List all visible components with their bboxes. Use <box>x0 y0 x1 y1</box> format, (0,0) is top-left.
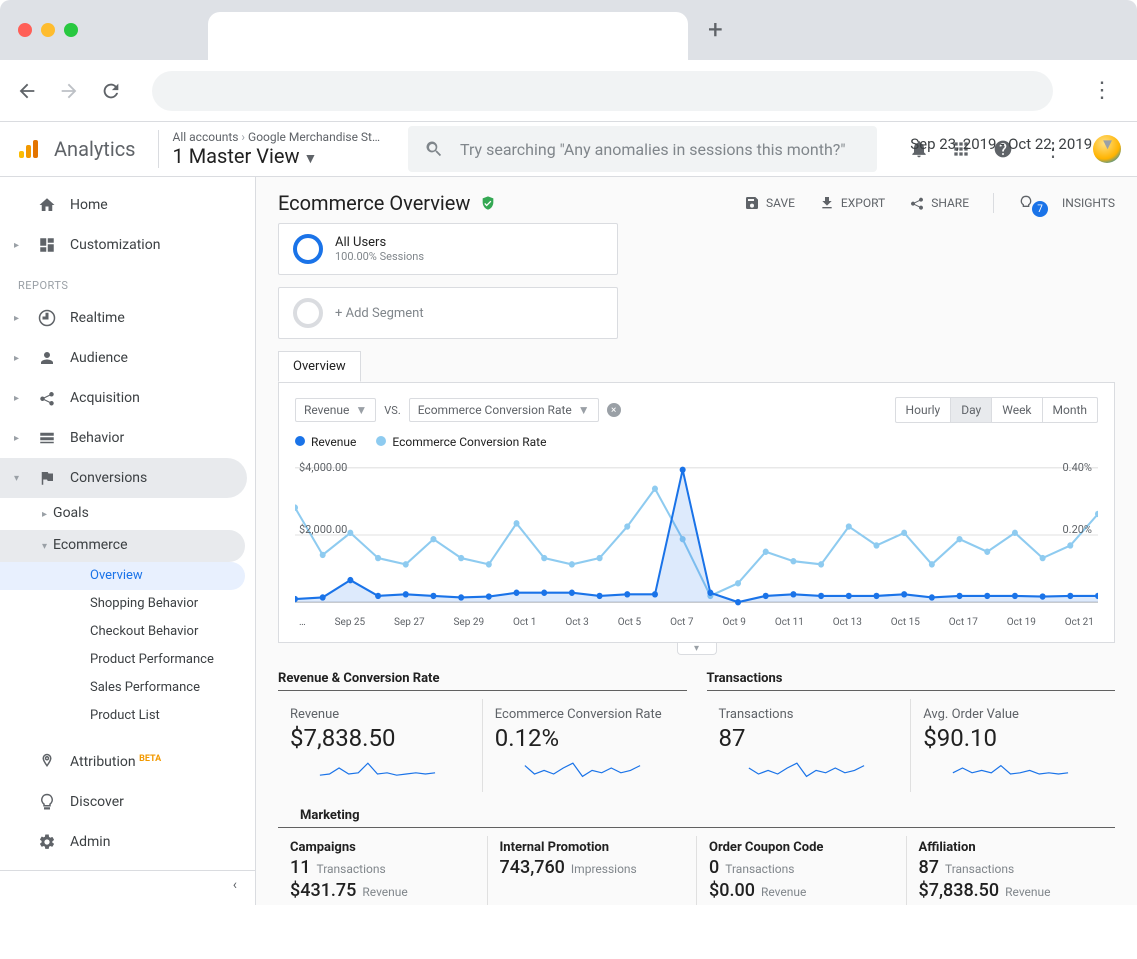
sidebar-item-audience[interactable]: ▸Audience <box>0 338 247 378</box>
content: Ecommerce Overview SAVE EXPORT SHARE 7IN… <box>256 177 1137 905</box>
gran-hourly[interactable]: Hourly <box>896 398 951 422</box>
minimize-window-icon[interactable] <box>41 23 55 37</box>
sidebar-cat-overview[interactable]: Overview <box>0 562 245 590</box>
sidebar-item-home[interactable]: Home <box>0 185 247 225</box>
export-button[interactable]: EXPORT <box>819 195 885 211</box>
verified-icon <box>480 195 496 211</box>
attribution-icon <box>38 753 56 771</box>
sidebar-collapse[interactable]: ‹ <box>0 870 255 899</box>
sidebar-item-attribution[interactable]: Attribution BETA <box>0 742 247 782</box>
legend-conv: Ecommerce Conversion Rate <box>392 435 546 449</box>
close-window-icon[interactable] <box>18 23 32 37</box>
metric2-selector[interactable]: Ecommerce Conversion Rate▼ <box>409 398 599 422</box>
sidebar-item-conversions[interactable]: ▾Conversions <box>0 458 247 498</box>
layers-icon <box>38 429 56 447</box>
sparkline <box>719 756 899 780</box>
granularity-selector: Hourly Day Week Month <box>895 397 1098 423</box>
window-controls <box>18 23 78 37</box>
chart-expander[interactable]: ▾ <box>677 643 717 655</box>
bulb-icon <box>38 793 56 811</box>
section-transactions: Transactions <box>707 655 1116 691</box>
sparkline <box>495 756 675 780</box>
sidebar-item-acquisition[interactable]: ▸Acquisition <box>0 378 247 418</box>
save-button[interactable]: SAVE <box>744 195 795 211</box>
tab-overview[interactable]: Overview <box>278 351 361 382</box>
metric-transactions: Transactions 87 <box>707 699 911 792</box>
address-bar[interactable] <box>152 71 1053 111</box>
maximize-window-icon[interactable] <box>64 23 78 37</box>
dashboard-icon <box>38 236 56 254</box>
mkt-internal: Internal Promotion 743,760Impressions <box>487 836 697 905</box>
back-icon[interactable] <box>16 80 38 102</box>
mkt-affiliation: Affiliation 87Transactions $7,838.50Reve… <box>906 836 1116 905</box>
sidebar-cat-product-list[interactable]: Product List <box>0 702 255 730</box>
sidebar-item-customization[interactable]: ▸Customization <box>0 225 247 265</box>
mkt-coupon: Order Coupon Code 0Transactions $0.00Rev… <box>696 836 906 905</box>
metric-revenue: Revenue $7,838.50 <box>278 699 482 792</box>
sidebar-sub-ecommerce[interactable]: ▾Ecommerce <box>0 530 245 562</box>
x-axis-labels: …Sep 25Sep 27Sep 29Oct 1Oct 3Oct 5Oct 7O… <box>295 615 1098 628</box>
tab-strip: + <box>0 0 1137 60</box>
sidebar: Home ▸Customization REPORTS ▸Realtime ▸A… <box>0 177 256 905</box>
metric-aov: Avg. Order Value $90.10 <box>910 699 1115 792</box>
add-segment-button[interactable]: + Add Segment <box>278 287 618 339</box>
gear-icon <box>38 833 56 851</box>
sparkline <box>290 756 470 780</box>
vs-label: VS. <box>384 404 400 417</box>
reload-icon[interactable] <box>100 80 122 102</box>
gran-day[interactable]: Day <box>950 398 991 422</box>
segment-empty-icon <box>293 298 323 328</box>
clock-icon <box>38 309 56 327</box>
browser-toolbar: ⋮ <box>0 60 1137 122</box>
browser-chrome: + ⋮ <box>0 0 1137 122</box>
insights-button[interactable]: 7INSIGHTS <box>1018 195 1115 211</box>
sidebar-sub-goals[interactable]: ▸Goals <box>0 498 255 530</box>
browser-menu-icon[interactable]: ⋮ <box>1083 78 1121 103</box>
sidebar-item-behavior[interactable]: ▸Behavior <box>0 418 247 458</box>
sparkline <box>923 756 1103 780</box>
metric-conv: Ecommerce Conversion Rate 0.12% <box>482 699 687 792</box>
brand-name: Analytics <box>54 137 136 161</box>
share-button[interactable]: SHARE <box>909 195 969 211</box>
section-marketing: Marketing <box>278 792 1115 828</box>
sidebar-item-admin[interactable]: Admin <box>0 822 247 862</box>
sidebar-cat-shopping[interactable]: Shopping Behavior <box>0 590 255 618</box>
gran-month[interactable]: Month <box>1042 398 1097 422</box>
chevron-down-icon: ▼ <box>303 151 317 167</box>
forward-icon <box>58 80 80 102</box>
new-tab-button[interactable]: + <box>708 17 723 43</box>
analytics-logo-icon <box>16 137 40 161</box>
segment-all-users[interactable]: All Users100.00% Sessions <box>278 223 618 275</box>
share2-icon <box>909 195 925 211</box>
legend-revenue: Revenue <box>311 435 356 449</box>
sidebar-cat-sales-perf[interactable]: Sales Performance <box>0 674 255 702</box>
sidebar-cat-product-perf[interactable]: Product Performance <box>0 646 255 674</box>
page-title: Ecommerce Overview <box>278 191 470 215</box>
export-icon <box>819 195 835 211</box>
sidebar-item-realtime[interactable]: ▸Realtime <box>0 298 247 338</box>
flag-icon <box>38 469 56 487</box>
section-rev-conv: Revenue & Conversion Rate <box>278 655 687 691</box>
chart-card: Revenue▼ VS. Ecommerce Conversion Rate▼ … <box>278 382 1115 643</box>
reports-header: REPORTS <box>0 265 255 298</box>
remove-metric-icon[interactable]: × <box>607 403 621 417</box>
save-icon <box>744 195 760 211</box>
sidebar-cat-checkout[interactable]: Checkout Behavior <box>0 618 255 646</box>
date-range-selector[interactable]: Sep 23, 2019 - Oct 22, 2019▼ <box>256 135 1137 153</box>
line-chart[interactable]: $4,000.00 $2,000.00 0.40% 0.20% <box>295 455 1098 615</box>
share-icon <box>38 389 56 407</box>
mkt-campaigns: Campaigns 11Transactions $431.75Revenue <box>278 836 487 905</box>
segment-ring-icon <box>293 234 323 264</box>
browser-tab[interactable] <box>208 12 688 60</box>
gran-week[interactable]: Week <box>991 398 1041 422</box>
person-icon <box>38 349 56 367</box>
home-icon <box>38 196 56 214</box>
sidebar-item-discover[interactable]: Discover <box>0 782 247 822</box>
metric1-selector[interactable]: Revenue▼ <box>295 398 376 422</box>
